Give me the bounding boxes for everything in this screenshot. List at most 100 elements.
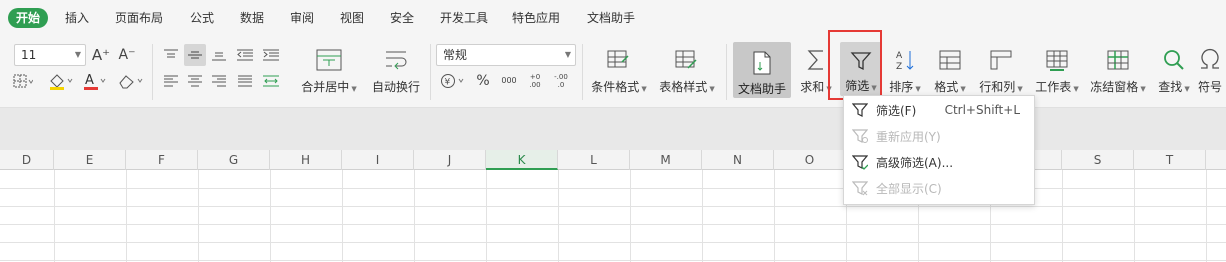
clear-button[interactable] xyxy=(114,70,146,92)
number-format-value: 常规 xyxy=(443,48,468,62)
align-center-button[interactable] xyxy=(184,70,206,92)
column-header[interactable]: G xyxy=(198,150,270,170)
menu-item-filter[interactable]: 筛选(F) Ctrl+Shift+L xyxy=(844,97,1034,123)
column-header[interactable]: T xyxy=(1134,150,1206,170)
merge-cells-icon xyxy=(316,49,342,71)
format-icon xyxy=(939,50,961,70)
font-size-select[interactable]: 11 ▼ xyxy=(14,44,86,66)
menu-item-reapply[interactable]: 重新应用(Y) xyxy=(844,123,1034,149)
menu-item-show-all[interactable]: 全部显示(C) xyxy=(844,175,1034,201)
tab-review[interactable]: 审阅 xyxy=(290,0,314,36)
wrap-text-icon xyxy=(386,51,407,70)
align-center-icon xyxy=(188,75,202,87)
paint-bucket-icon xyxy=(50,74,73,90)
format-button[interactable]: 格式 ▼ xyxy=(928,42,972,100)
decrease-decimal-button[interactable]: -.00 .0 xyxy=(550,70,572,92)
tab-view[interactable]: 视图 xyxy=(340,0,364,36)
svg-text:A: A xyxy=(85,73,94,88)
align-middle-button[interactable] xyxy=(184,44,206,66)
omega-icon xyxy=(1201,49,1219,69)
freeze-panes-icon xyxy=(1107,50,1129,70)
font-color-button[interactable]: A xyxy=(80,70,110,92)
percent-button[interactable]: % xyxy=(472,70,494,92)
fill-color-button[interactable] xyxy=(44,70,76,92)
funnel-icon xyxy=(852,103,868,117)
column-header[interactable]: I xyxy=(342,150,414,170)
font-shrink-button[interactable]: A⁻ xyxy=(118,44,136,66)
svg-text:¥: ¥ xyxy=(445,78,451,88)
sort-button[interactable]: AZ 排序 ▼ xyxy=(884,42,926,100)
border-button[interactable] xyxy=(6,70,38,92)
menu-item-advanced-filter[interactable]: 高级筛选(A)... xyxy=(844,149,1034,175)
svg-text:Z: Z xyxy=(896,62,902,72)
font-grow-button[interactable]: A⁺ xyxy=(92,44,110,66)
align-bottom-button[interactable] xyxy=(208,44,230,66)
font-size-value: 11 xyxy=(21,48,37,62)
align-middle-icon xyxy=(188,51,202,59)
table-style-button[interactable]: 表格样式 ▼ xyxy=(656,42,718,100)
tab-security[interactable]: 安全 xyxy=(390,0,414,36)
merge-center-button[interactable]: 合并居中 ▼ xyxy=(296,42,362,100)
worksheet-button[interactable]: 工作表 ▼ xyxy=(1030,42,1084,100)
column-header[interactable]: M xyxy=(630,150,702,170)
increase-indent-button[interactable] xyxy=(260,44,282,66)
tab-formulas[interactable]: 公式 xyxy=(190,0,214,36)
column-header[interactable]: S xyxy=(1062,150,1134,170)
align-right-button[interactable] xyxy=(208,70,230,92)
menu-bar: 开始 插入 页面布局 公式 数据 审阅 视图 安全 开发工具 特色应用 文档助手 xyxy=(0,0,1226,36)
tab-page-layout[interactable]: 页面布局 xyxy=(115,0,163,36)
increase-decimal-button[interactable]: +0 .00 xyxy=(524,70,546,92)
column-header[interactable]: D xyxy=(0,150,54,170)
align-left-button[interactable] xyxy=(160,70,182,92)
column-header[interactable]: O xyxy=(774,150,846,170)
column-header[interactable]: F xyxy=(126,150,198,170)
worksheet-icon xyxy=(1046,50,1068,71)
formula-bar-area xyxy=(0,108,1226,150)
shortcut-text: Ctrl+Shift+L xyxy=(944,103,1020,117)
column-header[interactable]: H xyxy=(270,150,342,170)
tab-doc-assistant[interactable]: 文档助手 xyxy=(587,0,635,36)
column-header[interactable]: L xyxy=(558,150,630,170)
separator xyxy=(582,44,583,100)
tab-insert[interactable]: 插入 xyxy=(65,0,89,36)
font-color-icon: A xyxy=(84,73,106,90)
separator xyxy=(430,44,431,100)
align-top-button[interactable] xyxy=(160,44,182,66)
currency-icon: ¥ xyxy=(441,74,464,88)
separator xyxy=(152,44,153,100)
rows-columns-button[interactable]: 行和列 ▼ xyxy=(974,42,1028,100)
freeze-panes-button[interactable]: 冻结窗格 ▼ xyxy=(1086,42,1150,100)
chevron-down-icon: ▼ xyxy=(74,50,81,59)
find-button[interactable]: 查找 ▼ xyxy=(1154,42,1194,100)
column-header-selected[interactable]: K xyxy=(486,150,558,170)
column-header[interactable]: N xyxy=(702,150,774,170)
justify-icon xyxy=(238,75,252,87)
reapply-filter-icon xyxy=(852,129,868,143)
document-icon xyxy=(753,51,771,75)
decrease-indent-button[interactable] xyxy=(234,44,256,66)
justify-button[interactable] xyxy=(234,70,256,92)
filter-highlight-box xyxy=(828,30,882,100)
sigma-icon xyxy=(807,50,823,70)
search-icon xyxy=(1164,50,1184,70)
number-format-select[interactable]: 常规 ▼ xyxy=(436,44,576,66)
column-header[interactable]: J xyxy=(414,150,486,170)
symbol-button[interactable]: 符号 xyxy=(1198,42,1226,100)
doc-assistant-button[interactable]: 文档助手 xyxy=(733,42,791,98)
currency-button[interactable]: ¥ xyxy=(438,70,468,92)
eraser-icon xyxy=(119,75,143,89)
indent-icon xyxy=(263,49,279,61)
tab-data[interactable]: 数据 xyxy=(240,0,264,36)
tab-developer[interactable]: 开发工具 xyxy=(440,0,488,36)
cell-grid[interactable] xyxy=(0,170,1226,262)
distributed-button[interactable] xyxy=(260,70,282,92)
thousands-button[interactable]: 000 xyxy=(498,70,520,92)
tab-special-apps[interactable]: 特色应用 xyxy=(512,0,560,36)
column-header[interactable]: E xyxy=(54,150,126,170)
conditional-format-icon xyxy=(607,50,629,68)
tab-home[interactable]: 开始 xyxy=(8,8,49,28)
wrap-text-button[interactable]: 自动换行 xyxy=(366,42,426,100)
conditional-format-button[interactable]: 条件格式 ▼ xyxy=(588,42,650,100)
filter-dropdown-menu: 筛选(F) Ctrl+Shift+L 重新应用(Y) 高级筛选(A)... 全部… xyxy=(843,95,1035,205)
doc-assistant-label: 文档助手 xyxy=(737,82,786,96)
